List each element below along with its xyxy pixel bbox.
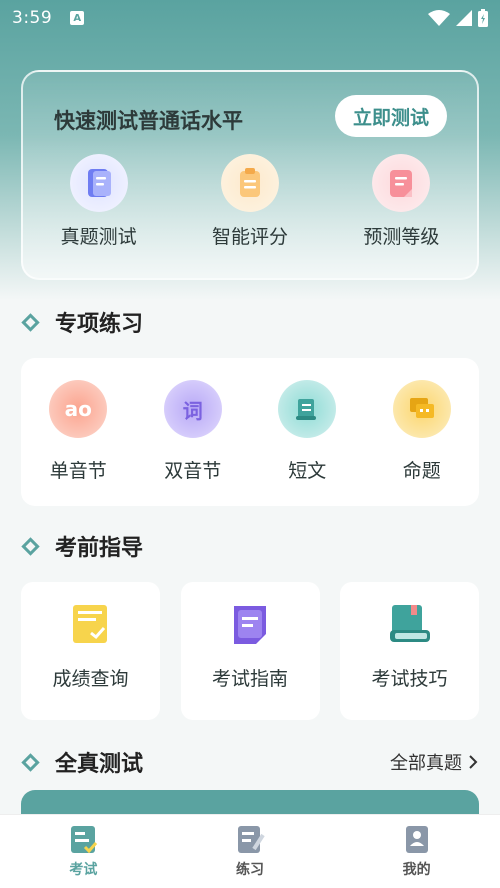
word-icon-text: 词 (182, 398, 203, 423)
scroll-icon (278, 380, 337, 438)
report-icon (372, 154, 431, 212)
book-icon (389, 605, 430, 642)
practice-tab-icon (238, 826, 265, 853)
start-test-button[interactable]: 立即测试 (335, 95, 447, 137)
diamond-icon (21, 536, 40, 556)
section-full-test-header: 全真测试 全部真题 (21, 747, 478, 777)
practice-item-label: 双音节 (164, 460, 222, 482)
guide-item-label: 考试技巧 (371, 668, 448, 690)
guide-item-exam-tips[interactable]: 考试技巧 (340, 582, 479, 720)
quick-test-card: 快速测试普通话水平 立即测试 真题测试 智能评分 预测等级 (21, 70, 479, 280)
guide-item-label: 成绩查询 (52, 668, 129, 690)
wifi-icon (428, 10, 450, 26)
battery-icon (478, 9, 488, 27)
practice-item-double-syllable[interactable]: 词 双音节 (136, 380, 251, 506)
tab-label: 我的 (402, 862, 431, 878)
diamond-icon (21, 312, 40, 332)
practice-item-topic[interactable]: 命题 (365, 380, 480, 506)
practice-card: ao 单音节 词 双音节 短文 命题 (21, 358, 479, 506)
clipboard-icon (220, 154, 279, 212)
hero-title: 快速测试普通话水平 (54, 109, 243, 133)
guide-row: 成绩查询 考试指南 考试技巧 (21, 582, 479, 720)
bottom-tab-bar: 考试 练习 我的 (0, 814, 500, 888)
chevron-right-icon (469, 755, 478, 769)
profile-tab-icon (405, 826, 428, 853)
document-icon (69, 154, 128, 212)
tab-mine[interactable]: 我的 (333, 815, 500, 888)
syllable-icon-text: ao (64, 397, 92, 421)
section-title: 全真测试 (55, 752, 144, 777)
section-title: 考前指导 (55, 536, 144, 561)
word-icon: 词 (163, 380, 222, 438)
status-time: 3:59 (12, 8, 53, 28)
practice-item-single-syllable[interactable]: ao 单音节 (21, 380, 136, 506)
all-questions-link[interactable]: 全部真题 (390, 749, 478, 775)
syllable-icon: ao (49, 380, 108, 438)
tab-label: 练习 (236, 862, 264, 878)
section-title: 专项练习 (55, 312, 144, 337)
practice-item-label: 短文 (288, 460, 327, 482)
hero-item-label: 预测等级 (363, 226, 440, 248)
status-bar: 3:59 A (0, 0, 500, 36)
guide-item-exam-guide[interactable]: 考试指南 (180, 582, 320, 720)
practice-item-label: 命题 (402, 460, 441, 482)
hero-item-label: 智能评分 (211, 226, 288, 248)
practice-item-label: 单音节 (49, 460, 107, 482)
tab-label: 考试 (69, 862, 98, 878)
section-guide-header: 考前指导 (21, 531, 478, 561)
guide-item-label: 考试指南 (211, 668, 288, 690)
tab-exam[interactable]: 考试 (0, 815, 167, 888)
hero-item-label: 真题测试 (60, 226, 137, 248)
practice-item-short-text[interactable]: 短文 (250, 380, 365, 506)
tab-practice[interactable]: 练习 (167, 815, 334, 888)
signal-icon (456, 10, 472, 26)
exam-tab-icon (71, 826, 98, 854)
all-questions-label: 全部真题 (390, 753, 462, 774)
hero-item-predict-level[interactable]: 预测等级 (326, 154, 477, 249)
diamond-icon (21, 752, 40, 772)
score-report-icon (72, 605, 107, 643)
guide-doc-icon (234, 606, 266, 644)
hero-item-smart-score[interactable]: 智能评分 (174, 154, 325, 249)
hero-item-real-test[interactable]: 真题测试 (23, 154, 174, 249)
chat-icon (392, 380, 451, 438)
notification-icon: A (70, 11, 85, 25)
section-practice-header: 专项练习 (21, 307, 478, 337)
guide-item-score-query[interactable]: 成绩查询 (21, 582, 160, 720)
